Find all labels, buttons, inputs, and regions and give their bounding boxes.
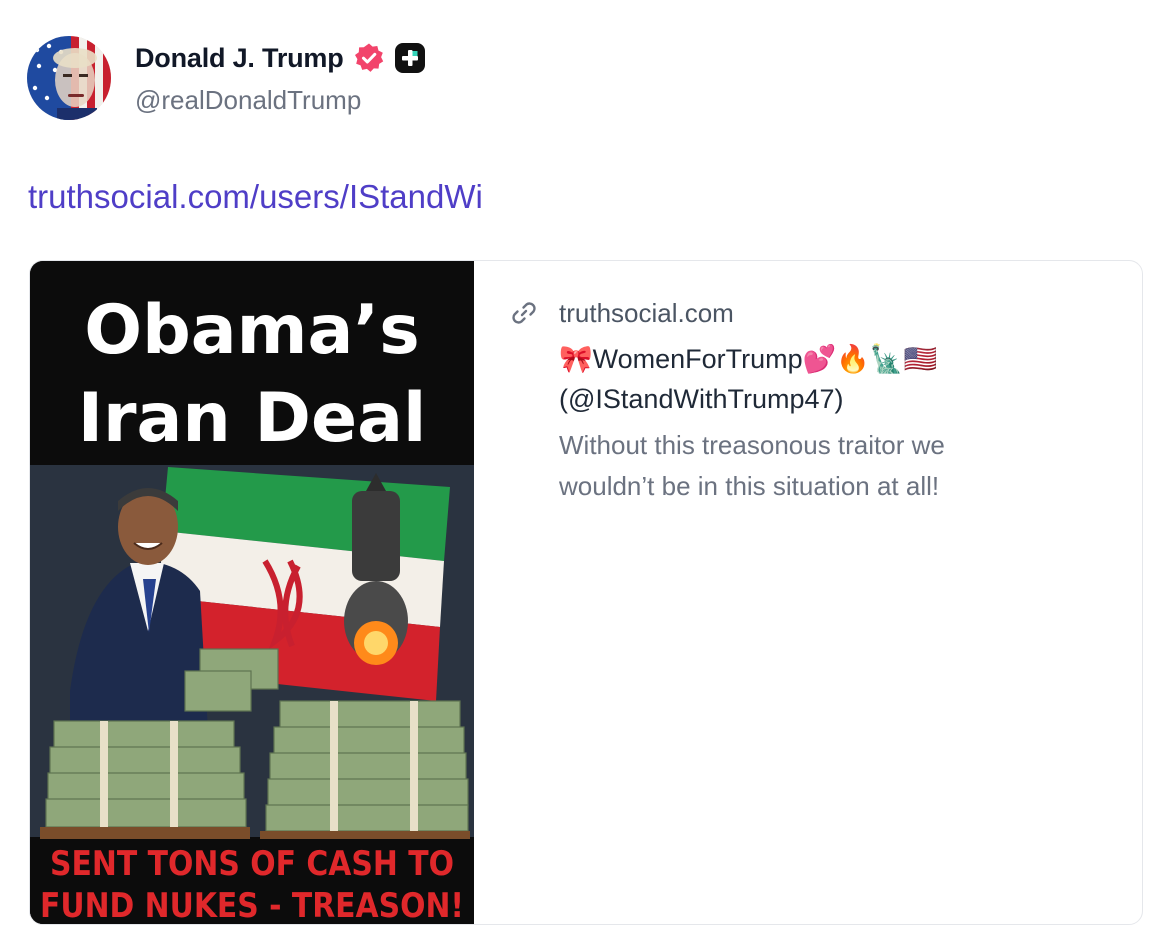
link-icon [512,302,536,324]
author-name-row: Donald J. Trump [135,40,425,76]
plus-badge-icon [394,43,425,73]
link-preview-title: 🎀WomenForTrump💕🔥🗽🇺🇸 (@IStandWithTrump47) [559,344,938,414]
image-caption-line2: FUND NUKES - TREASON! [40,886,464,924]
link-preview-image: Obama’s Iran Deal SENT TONS OF CASH TO F… [30,261,474,924]
post-author: Donald J. Trump @realDonaldTrump [135,40,425,116]
link-preview-description: Without this treasonous traitor we would… [559,430,945,501]
link-preview-card[interactable]: Obama’s Iran Deal SENT TONS OF CASH TO F… [29,260,1143,925]
link-preview-domain: truthsocial.com [559,297,734,328]
author-handle[interactable]: @realDonaldTrump [135,85,425,116]
link-preview-domain-row: truthsocial.com [510,297,1090,329]
avatar[interactable] [27,36,111,120]
image-headline-line2: Iran Deal [78,379,427,458]
post-link[interactable]: truthsocial.com/users/IStandWi [28,178,483,216]
image-caption-line1: SENT TONS OF CASH TO [50,844,454,884]
author-display-name[interactable]: Donald J. Trump [135,43,344,74]
verified-badge-icon [354,43,383,72]
link-preview-body: truthsocial.com 🎀WomenForTrump💕🔥🗽🇺🇸 (@IS… [510,297,1090,507]
image-headline-line1: Obama’s [84,291,419,370]
preview-graphic: Obama’s Iran Deal SENT TONS OF CASH TO F… [30,261,474,924]
bomb-illustration [344,473,408,665]
avatar-image [27,36,111,120]
